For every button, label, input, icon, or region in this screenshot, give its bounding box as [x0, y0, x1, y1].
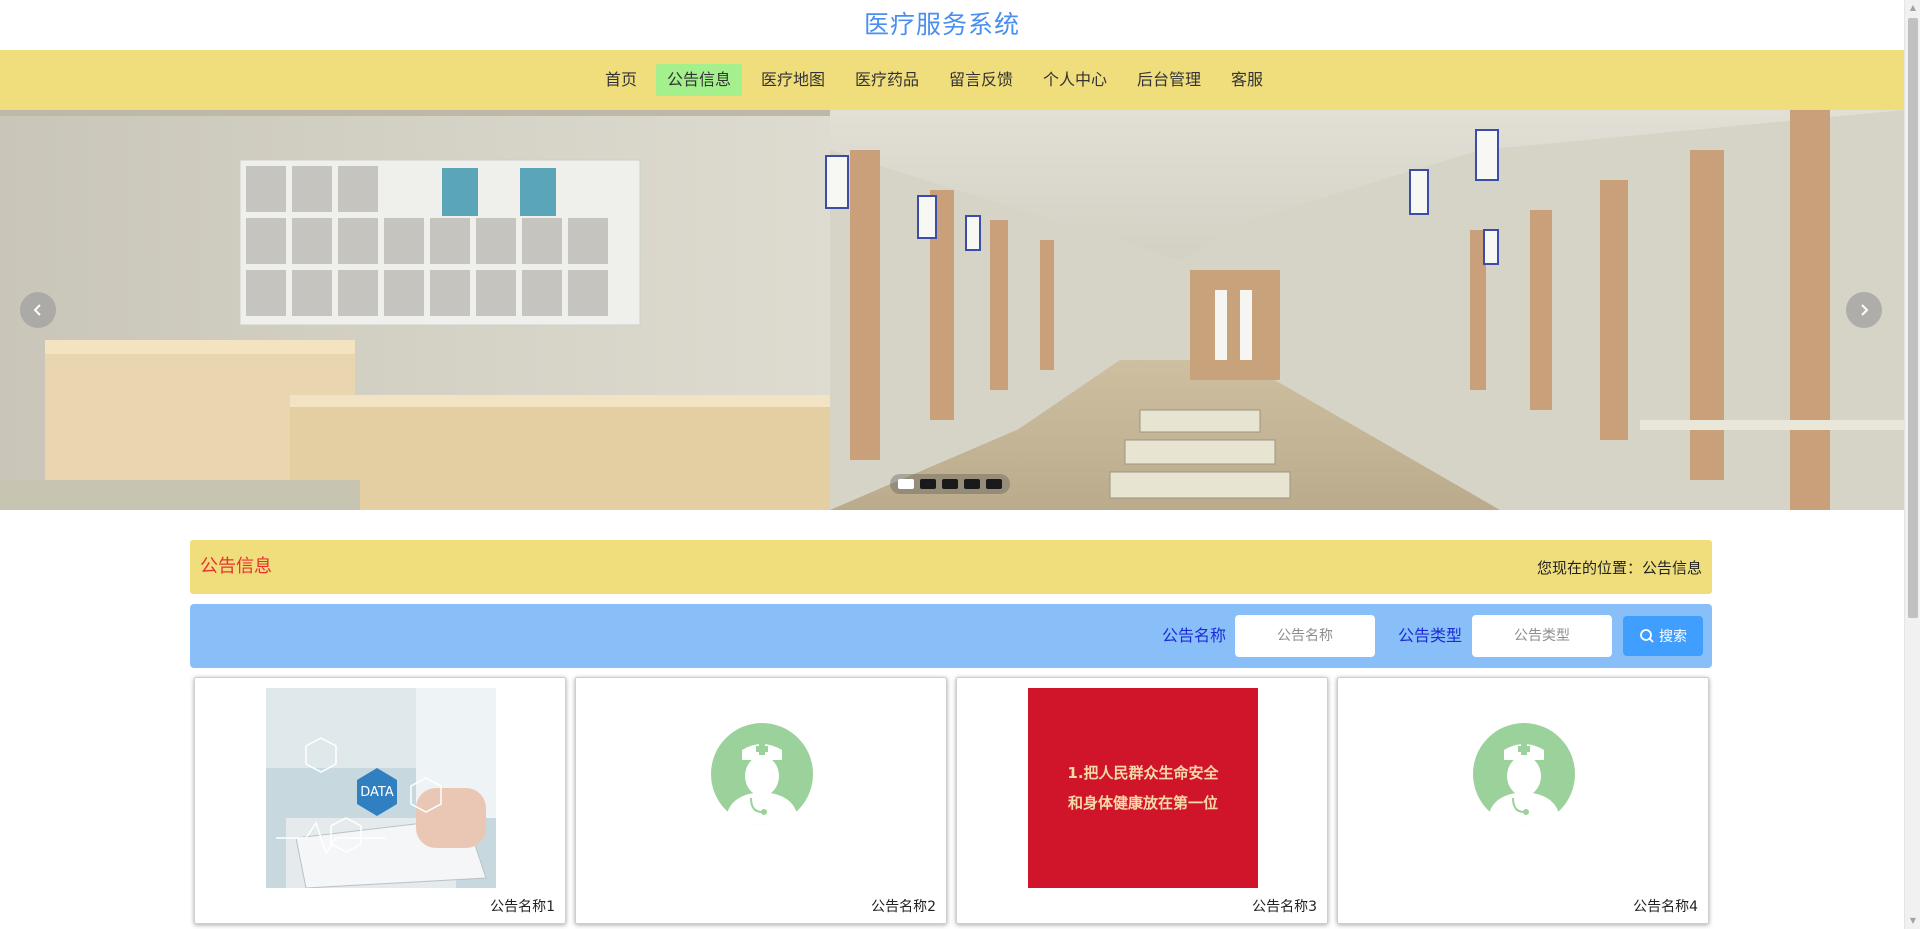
- carousel-next-button[interactable]: [1846, 292, 1882, 328]
- nav-item-medical-map[interactable]: 医疗地图: [750, 64, 836, 96]
- nav-item-feedback[interactable]: 留言反馈: [938, 64, 1024, 96]
- notice-name-label: 公告名称: [1162, 626, 1227, 645]
- breadcrumb: 您现在的位置：公告信息: [1536, 559, 1702, 577]
- page: 医疗服务系统 首页 公告信息 医疗地图 医疗药品 留言反馈 个人中心 后台管理 …: [0, 0, 1904, 929]
- notice-card-name: 公告名称4: [1633, 899, 1698, 915]
- svg-text:DATA: DATA: [360, 785, 394, 800]
- chevron-right-icon: [1861, 304, 1869, 316]
- vertical-scrollbar[interactable]: ▲ ▼: [1904, 0, 1920, 929]
- carousel-dot-3[interactable]: [942, 479, 958, 489]
- search-button-label: 搜索: [1659, 629, 1687, 645]
- notice-type-input[interactable]: [1472, 615, 1612, 657]
- nav-item-customer-service[interactable]: 客服: [1220, 64, 1274, 96]
- red-slogan-poster: 1.把人民群众生命安全 和身体健康放在第一位: [1028, 688, 1258, 888]
- poster-line-1: 1.把人民群众生命安全: [1067, 764, 1219, 782]
- carousel-prev-button[interactable]: [20, 292, 56, 328]
- nav-item-home[interactable]: 首页: [594, 64, 648, 96]
- doctor-avatar-icon: [711, 723, 813, 825]
- notice-card-name: 公告名称1: [490, 899, 555, 915]
- notice-card-4[interactable]: 公告名称4: [1337, 677, 1709, 924]
- scroll-thumb[interactable]: [1908, 18, 1918, 618]
- doctor-avatar-icon: [1473, 723, 1575, 825]
- notice-card-name: 公告名称3: [1252, 899, 1317, 915]
- nav-item-admin[interactable]: 后台管理: [1126, 64, 1212, 96]
- banner-carousel: [0, 110, 1904, 510]
- scroll-down-arrow-icon[interactable]: ▼: [1905, 913, 1920, 929]
- notice-card-3[interactable]: 1.把人民群众生命安全 和身体健康放在第一位 公告名称3: [956, 677, 1328, 924]
- chevron-left-icon: [33, 304, 41, 316]
- search-bar: 公告名称 公告类型 搜索: [190, 604, 1712, 668]
- hospital-corridor-image: [0, 110, 1904, 510]
- poster-line-2: 和身体健康放在第一位: [1068, 794, 1218, 812]
- carousel-dot-4[interactable]: [964, 479, 980, 489]
- carousel-dot-5[interactable]: [986, 479, 1002, 489]
- search-icon: [1640, 629, 1654, 643]
- data-medical-photo: DATA: [266, 688, 496, 888]
- notice-card-name: 公告名称2: [871, 899, 936, 915]
- nav-item-medicines[interactable]: 医疗药品: [844, 64, 930, 96]
- scroll-up-arrow-icon[interactable]: ▲: [1905, 0, 1920, 16]
- notice-card-2[interactable]: 公告名称2: [575, 677, 947, 924]
- notice-name-input[interactable]: [1235, 615, 1375, 657]
- carousel-dot-1[interactable]: [898, 479, 914, 489]
- carousel-indicators: [890, 474, 1010, 494]
- section-title: 公告信息: [200, 556, 272, 577]
- nav-item-personal-center[interactable]: 个人中心: [1032, 64, 1118, 96]
- carousel-dot-2[interactable]: [920, 479, 936, 489]
- main-nav: 首页 公告信息 医疗地图 医疗药品 留言反馈 个人中心 后台管理 客服: [0, 50, 1904, 110]
- search-button[interactable]: 搜索: [1623, 616, 1703, 656]
- nav-item-notices[interactable]: 公告信息: [655, 64, 742, 96]
- notice-card-1[interactable]: DATA 公告名称1: [194, 677, 566, 924]
- site-title: 医疗服务系统: [863, 10, 1020, 39]
- notice-type-label: 公告类型: [1398, 626, 1463, 645]
- section-header: 公告信息 您现在的位置：公告信息: [190, 540, 1712, 594]
